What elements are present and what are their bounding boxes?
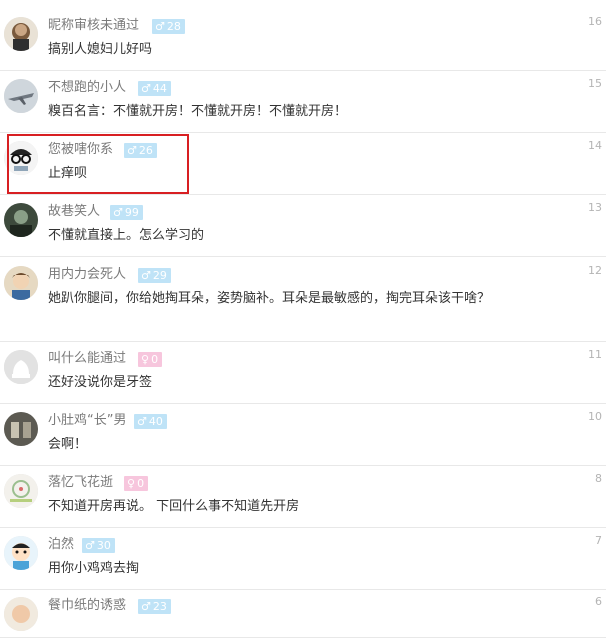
floor-number: 16 <box>588 15 602 28</box>
floor-number: 14 <box>588 139 602 152</box>
comment-text: 不懂就直接上。怎么学习的 <box>48 228 205 243</box>
male-icon: ♂ <box>141 82 151 95</box>
username-link[interactable]: 小肚鸡“长”男 <box>48 412 126 430</box>
default-avatar[interactable] <box>4 350 38 384</box>
male-icon: ♂ <box>141 600 151 613</box>
comment-text: 不知道开房再说。 下回什么事不知道先开房 <box>48 499 300 514</box>
comment-item: 您被嗐你系 ♂ 26 14 止痒呗 <box>0 139 606 195</box>
anime-avatar[interactable] <box>4 266 38 300</box>
male-icon: ♂ <box>113 206 123 219</box>
comment-text: 还好没说你是牙签 <box>48 375 153 390</box>
username-link[interactable]: 昵称审核未通过 <box>48 17 139 35</box>
user-level: 28 <box>166 20 181 33</box>
comment-item: 小肚鸡“长”男 ♂ 40 10 会啊！ <box>0 410 606 466</box>
user-level: 99 <box>124 206 139 219</box>
male-icon: ♂ <box>155 20 165 33</box>
comment-item: 叫什么能通过 ♀ 0 11 还好没说你是牙签 <box>0 348 606 404</box>
male-icon: ♂ <box>137 415 147 428</box>
comment-item: 昵称审核未通过 ♂ 28 16 搞别人媳妇儿好吗 <box>0 15 606 71</box>
user-level: 0 <box>137 477 145 490</box>
username-link[interactable]: 故巷笑人 <box>48 203 100 221</box>
comment-item: 餐巾纸的诱惑 ♂ 23 6 <box>0 595 606 638</box>
comment-item: 落忆飞花逝 ♀ 0 8 不知道开房再说。 下回什么事不知道先开房 <box>0 472 606 528</box>
gender-level-badge: ♂ 40 <box>134 414 167 429</box>
user-level: 29 <box>152 269 167 282</box>
comment-text: 会啊！ <box>48 437 88 452</box>
floor-number: 7 <box>595 534 602 547</box>
comment-item: 不想跑的小人 ♂ 44 15 糗百名言：不懂就开房！不懂就开房！不懂就开房！ <box>0 77 606 133</box>
floor-number: 12 <box>588 264 602 277</box>
male-icon: ♂ <box>85 539 95 552</box>
floor-number: 11 <box>588 348 602 361</box>
gender-level-badge: ♂ 30 <box>82 538 115 553</box>
user-level: 26 <box>138 144 153 157</box>
cups-photo-avatar[interactable] <box>4 412 38 446</box>
gender-level-badge: ♀ 0 <box>124 476 149 491</box>
gender-level-badge: ♂ 28 <box>152 19 185 34</box>
username-link[interactable]: 用内力会死人 <box>48 266 126 284</box>
comment-item: 泊然 ♂ 30 7 用你小鸡鸡去掏 <box>0 534 606 590</box>
comment-text: 用你小鸡鸡去掏 <box>48 561 140 576</box>
male-icon: ♂ <box>141 269 151 282</box>
dark-photo-avatar[interactable] <box>4 203 38 237</box>
cartoon-glasses-avatar[interactable] <box>4 141 38 175</box>
gender-level-badge: ♀ 0 <box>138 352 163 367</box>
portrait-man-avatar[interactable] <box>4 17 38 51</box>
user-level: 30 <box>96 539 111 552</box>
cartoon-boy-avatar[interactable] <box>4 536 38 570</box>
pattern-avatar[interactable] <box>4 474 38 508</box>
gender-level-badge: ♂ 23 <box>138 599 171 614</box>
floor-number: 13 <box>588 201 602 214</box>
floor-number: 6 <box>595 595 602 608</box>
username-link[interactable]: 不想跑的小人 <box>48 79 126 97</box>
user-level: 40 <box>148 415 163 428</box>
airplane-avatar[interactable] <box>4 79 38 113</box>
gender-level-badge: ♂ 99 <box>110 205 143 220</box>
comment-item: 故巷笑人 ♂ 99 13 不懂就直接上。怎么学习的 <box>0 201 606 257</box>
username-link[interactable]: 泊然 <box>48 536 74 554</box>
gender-level-badge: ♂ 26 <box>124 143 157 158</box>
floor-number: 8 <box>595 472 602 485</box>
username-link[interactable]: 您被嗐你系 <box>48 141 113 159</box>
comment-text: 糗百名言：不懂就开房！不懂就开房！不懂就开房！ <box>48 104 348 119</box>
cartoon-avatar[interactable] <box>4 597 38 631</box>
floor-number: 15 <box>588 77 602 90</box>
user-level: 0 <box>151 353 159 366</box>
user-level: 23 <box>152 600 167 613</box>
male-icon: ♂ <box>127 144 137 157</box>
comment-text: 搞别人媳妇儿好吗 <box>48 42 153 57</box>
floor-number: 10 <box>588 410 602 423</box>
username-link[interactable]: 叫什么能通过 <box>48 350 126 368</box>
female-icon: ♀ <box>141 353 150 366</box>
comment-text: 她趴你腿间，你给她掏耳朵，姿势脑补。耳朵是最敏感的，掏完耳朵该干啥？ <box>48 291 491 306</box>
comment-text: 止痒呗 <box>48 166 88 181</box>
user-level: 44 <box>152 82 167 95</box>
female-icon: ♀ <box>127 477 136 490</box>
gender-level-badge: ♂ 29 <box>138 268 171 283</box>
username-link[interactable]: 餐巾纸的诱惑 <box>48 597 126 615</box>
gender-level-badge: ♂ 44 <box>138 81 171 96</box>
comment-item: 用内力会死人 ♂ 29 12 她趴你腿间，你给她掏耳朵，姿势脑补。耳朵是最敏感的，掏完耳… <box>0 264 606 342</box>
username-link[interactable]: 落忆飞花逝 <box>48 474 113 492</box>
